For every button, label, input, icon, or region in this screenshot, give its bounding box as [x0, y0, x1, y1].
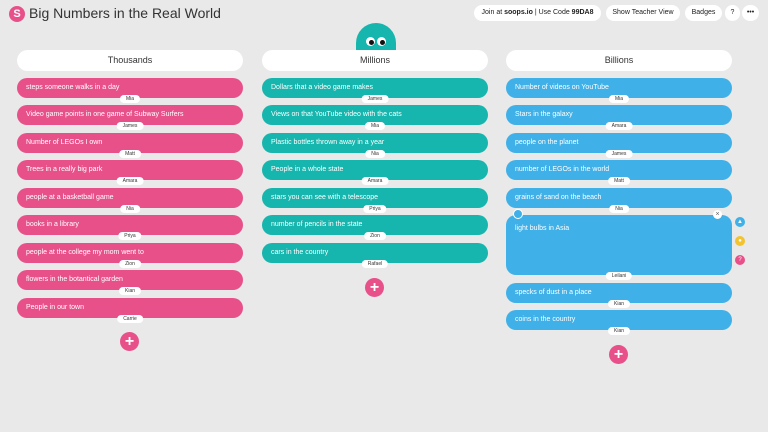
join-site: soops.io	[504, 9, 533, 16]
join-prefix: Join at	[481, 9, 505, 16]
column-header: Billions	[506, 50, 732, 71]
idea-card[interactable]: stars you can see with a telescope Priya	[262, 188, 488, 213]
card-text: People in a whole state	[271, 166, 344, 173]
idea-card[interactable]: people at a basketball game Nia	[17, 188, 243, 213]
card-text: Number of videos on YouTube	[515, 84, 609, 91]
author-tag: Amara	[361, 177, 389, 185]
idea-card[interactable]: books in a library Priya	[17, 215, 243, 240]
card-text: specks of dust in a place	[515, 289, 592, 296]
column-header: Millions	[262, 50, 488, 71]
column-header: Thousands	[17, 50, 243, 71]
idea-card[interactable]: coins in the country Kian	[506, 310, 732, 335]
help-button[interactable]: ?	[725, 5, 740, 21]
card-text: people at the college my mom went to	[26, 249, 144, 256]
page-title: Big Numbers in the Real World	[29, 5, 221, 21]
author-tag: Nia	[609, 205, 629, 213]
card-text: light bulbs in Asia	[515, 225, 570, 232]
more-menu-button[interactable]: •••	[742, 5, 759, 21]
idea-card[interactable]: flowers in the botantical garden Kian	[17, 270, 243, 295]
card-text: steps someone walks in a day	[26, 84, 120, 91]
column-billions: Billions Number of videos on YouTube Mia …	[506, 50, 732, 335]
mascot-eye	[377, 37, 386, 46]
idea-card[interactable]: Dollars that a video game makes James	[262, 78, 488, 103]
idea-card[interactable]: Views on that YouTube video with the cat…	[262, 105, 488, 130]
join-code-button[interactable]: Join at soops.io | Use Code 99DA8	[474, 5, 601, 21]
author-tag: Kian	[118, 287, 142, 295]
author-tag: Amara	[116, 177, 144, 185]
idea-card[interactable]: People in a whole state Amara	[262, 160, 488, 185]
add-card-button[interactable]: +	[609, 345, 628, 364]
idea-card[interactable]: people on the planet James	[506, 133, 732, 158]
card-text: people on the planet	[515, 139, 579, 146]
card-text: stars you can see with a telescope	[271, 194, 379, 201]
card-text: grains of sand on the beach	[515, 194, 602, 201]
join-mid: | Use Code	[532, 9, 572, 16]
author-tag: Carrie	[117, 315, 143, 323]
author-tag: Mia	[608, 95, 630, 103]
author-tag: Nia	[365, 150, 385, 158]
idea-card[interactable]: People in our town Carrie	[17, 298, 243, 323]
card-text: Dollars that a video game makes	[271, 84, 373, 91]
idea-icon[interactable]: ●	[735, 236, 745, 246]
card-text: coins in the country	[515, 316, 576, 323]
card-text: Number of LEGOs I own	[26, 139, 103, 146]
column-thousands: Thousands steps someone walks in a day Mi…	[17, 50, 243, 323]
card-text: people at a basketball game	[26, 194, 114, 201]
author-tag: Amara	[605, 122, 633, 130]
author-tag: Matt	[608, 177, 630, 185]
author-tag: Kian	[607, 300, 631, 308]
idea-card[interactable]: steps someone walks in a day Mia	[17, 78, 243, 103]
thumbs-up-icon[interactable]: ▲	[735, 217, 745, 227]
idea-card[interactable]: specks of dust in a place Kian	[506, 283, 732, 308]
author-tag: James	[605, 150, 633, 158]
author-tag: Leilani	[605, 272, 633, 280]
author-tag: Kian	[607, 327, 631, 335]
join-code: 99DA8	[571, 9, 594, 16]
idea-card[interactable]: people at the college my mom went to Zion	[17, 243, 243, 268]
idea-card[interactable]: Stars in the galaxy Amara	[506, 105, 732, 130]
author-tag: Nia	[120, 205, 140, 213]
close-icon[interactable]: ×	[713, 210, 722, 219]
author-tag: Mia	[364, 122, 386, 130]
author-tag: Zion	[119, 260, 141, 268]
card-text: Stars in the galaxy	[515, 111, 573, 118]
idea-card[interactable]: number of pencils in the state Zion	[262, 215, 488, 240]
idea-card[interactable]: Video game points in one game of Subway …	[17, 105, 243, 130]
author-tag: Zion	[364, 232, 386, 240]
card-text: Trees in a really big park	[26, 166, 103, 173]
author-tag: Matt	[119, 150, 141, 158]
card-text: books in a library	[26, 221, 79, 228]
show-teacher-view-button[interactable]: Show Teacher View	[606, 5, 680, 21]
mascot-eye	[366, 37, 375, 46]
badges-button[interactable]: Badges	[685, 5, 722, 21]
author-tag: Mia	[119, 95, 141, 103]
card-text: cars in the country	[271, 249, 329, 256]
app-logo: S	[9, 6, 25, 22]
author-tag: James	[361, 95, 389, 103]
idea-card[interactable]: grains of sand on the beach Nia	[506, 188, 732, 213]
author-tag: Priya	[118, 232, 142, 240]
card-text: Plastic bottles thrown away in a year	[271, 139, 385, 146]
add-card-button[interactable]: +	[120, 332, 139, 351]
question-icon[interactable]: ?	[735, 255, 745, 265]
idea-card[interactable]: Plastic bottles thrown away in a year Nia	[262, 133, 488, 158]
idea-card[interactable]: Number of videos on YouTube Mia	[506, 78, 732, 103]
author-tag: Rafael	[361, 260, 389, 268]
card-text: People in our town	[26, 304, 84, 311]
column-millions: Millions Dollars that a video game makes…	[262, 50, 488, 268]
author-tag: Priya	[363, 205, 387, 213]
card-text: flowers in the botantical garden	[26, 276, 123, 283]
idea-card[interactable]: cars in the country Rafael	[262, 243, 488, 268]
card-text: number of LEGOs in the world	[515, 166, 610, 173]
author-tag: James	[116, 122, 144, 130]
add-card-button[interactable]: +	[365, 278, 384, 297]
card-text: Video game points in one game of Subway …	[26, 111, 184, 118]
idea-card[interactable]: Number of LEGOs I own Matt	[17, 133, 243, 158]
card-text: number of pencils in the state	[271, 221, 363, 228]
idea-card-selected[interactable]: light bulbs in Asia Leilani	[506, 215, 732, 280]
idea-card[interactable]: Trees in a really big park Amara	[17, 160, 243, 185]
drag-handle[interactable]	[513, 209, 523, 219]
idea-card[interactable]: number of LEGOs in the world Matt	[506, 160, 732, 185]
card-text: Views on that YouTube video with the cat…	[271, 111, 402, 118]
